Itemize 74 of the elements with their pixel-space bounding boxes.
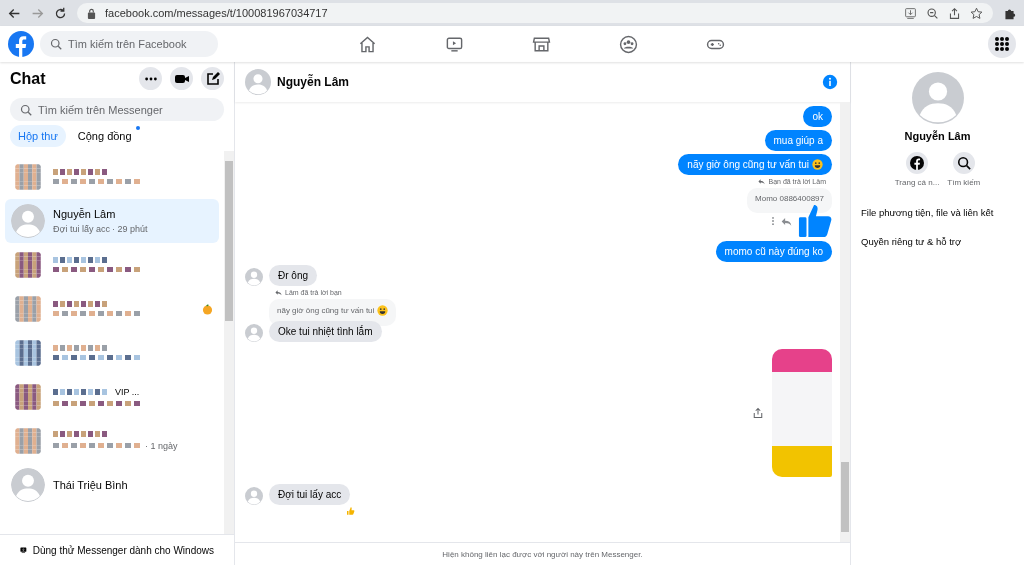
message-time: · 1 ngày <box>145 441 178 451</box>
message-bubble: Đr ông <box>269 265 317 286</box>
puzzle-icon[interactable] <box>1003 6 1016 20</box>
video-icon[interactable] <box>445 34 464 54</box>
reply-icon <box>758 178 766 185</box>
menu-button[interactable] <box>988 30 1016 58</box>
zoom-icon[interactable] <box>926 6 939 20</box>
search-icon <box>956 156 971 170</box>
search-icon <box>50 38 62 50</box>
lock-icon <box>87 7 96 19</box>
contact-name: Thái Triệu Bình <box>53 479 128 491</box>
info-icon[interactable] <box>822 74 838 90</box>
reply-icon <box>275 289 282 296</box>
grid-icon <box>994 36 1010 52</box>
profile-button[interactable] <box>906 152 929 174</box>
message-bubble: nãy giờ ông cũng tư vấn tui <box>678 154 832 175</box>
tab[interactable]: Hộp thư <box>10 125 66 147</box>
message-bubble: Đợi tui lấy acc <box>269 484 351 505</box>
groups-icon[interactable] <box>619 34 638 54</box>
avatar-icon <box>11 204 45 238</box>
video-call-button[interactable] <box>170 67 193 90</box>
profile-name: Nguyễn Lâm <box>904 130 971 142</box>
message-bubble: mua giúp a <box>764 130 832 151</box>
facebook-logo-icon[interactable] <box>8 31 34 57</box>
search-field[interactable]: Tìm kiếm trên Facebook <box>40 31 218 57</box>
scrollbar[interactable] <box>224 151 234 534</box>
avatar-icon <box>245 69 271 95</box>
scrollbar[interactable] <box>840 102 850 542</box>
search-button[interactable] <box>952 152 975 174</box>
address-bar[interactable]: facebook.com/messages/t/100081967034717 <box>77 3 993 23</box>
contact-name: VIP ... <box>115 387 140 397</box>
thumbs-up-icon <box>798 204 832 238</box>
message-time: · 29 phút <box>111 224 148 234</box>
quoted-message: Momo 0886400897 <box>747 188 832 213</box>
store-icon[interactable] <box>532 34 551 54</box>
chat-title: Chat <box>10 69 46 88</box>
avatar-icon <box>245 268 263 286</box>
avatar-icon <box>11 468 45 502</box>
more-button[interactable] <box>139 67 162 90</box>
facebook-icon <box>910 156 925 170</box>
contact-name: Nguyễn Lâm <box>53 208 117 220</box>
back-icon[interactable] <box>8 6 21 20</box>
url-text: facebook.com/messages/t/100081967034717 <box>105 7 328 19</box>
search-field[interactable]: Tìm kiếm trên Messenger <box>10 98 224 121</box>
contact-name[interactable]: Nguyễn Lâm <box>277 75 349 89</box>
photo-placeholder[interactable] <box>772 349 832 477</box>
menu-item[interactable]: Quyền riêng tư & hỗ trợ <box>861 236 1014 247</box>
conversation-item[interactable]: · 1 ngày <box>5 419 219 463</box>
tab[interactable]: Cộng đồng <box>69 125 140 147</box>
conversation-item[interactable]: VIP ... <box>5 375 219 419</box>
conversation-item[interactable]: Nguyễn Lâm Đợi tui lấy acc · 29 phút <box>5 199 219 243</box>
message-bubble: Oke tui nhiệt tình lắm <box>269 321 382 342</box>
install-icon[interactable] <box>904 6 917 20</box>
share-icon[interactable] <box>752 407 764 419</box>
avatar-icon <box>911 72 964 124</box>
message-bubble: ok <box>803 106 832 127</box>
avatar-icon <box>245 487 263 505</box>
action-label: Trang cá n... <box>894 178 940 187</box>
new-message-button[interactable] <box>201 67 224 90</box>
notice-text: Hiện không liên lạc được với người này trên Messenger. <box>235 542 850 565</box>
reload-icon[interactable] <box>54 6 67 20</box>
message-bubble: momo cũ này đúng ko <box>715 241 832 262</box>
action-label: Tìm kiếm <box>947 178 981 187</box>
share-icon[interactable] <box>948 6 961 20</box>
windows-app-link[interactable]: Dùng thử Messenger dành cho Windows <box>32 544 214 556</box>
home-icon[interactable] <box>358 34 377 54</box>
compose-icon <box>204 70 221 87</box>
avatar-icon <box>245 324 263 342</box>
message-preview: Đợi tui lấy acc <box>53 224 110 234</box>
menu-item[interactable]: File phương tiện, file và liên kết <box>861 207 1014 218</box>
conversation-item[interactable]: Thái Triệu Bình <box>5 463 219 507</box>
search-icon <box>20 103 32 116</box>
more-icon[interactable] <box>771 216 775 226</box>
star-icon[interactable] <box>970 6 983 20</box>
